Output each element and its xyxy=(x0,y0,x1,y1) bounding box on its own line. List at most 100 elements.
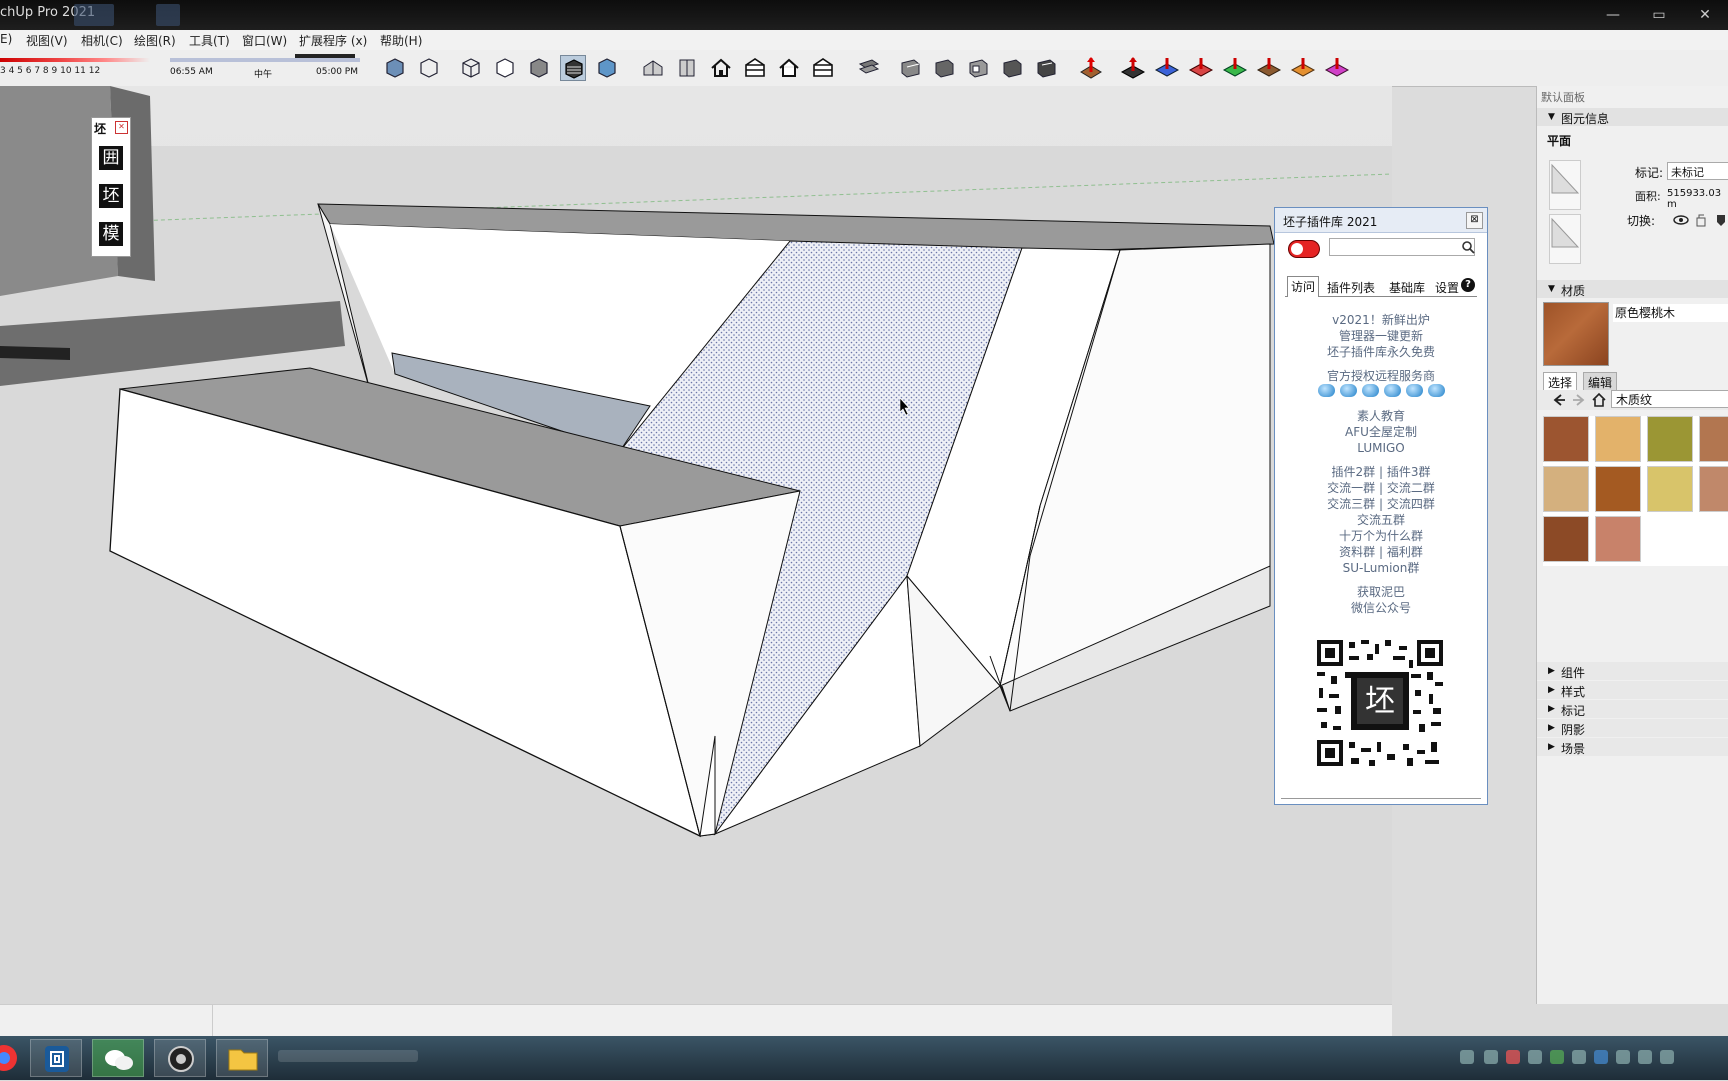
materials-header[interactable]: ▼ 材质 xyxy=(1537,280,1728,298)
section-fill-icon[interactable] xyxy=(966,55,992,81)
minimize-button[interactable]: — xyxy=(1590,0,1636,30)
wechat-icon[interactable] xyxy=(92,1039,144,1077)
material-swatch[interactable] xyxy=(1543,466,1589,512)
hidden-line-icon[interactable] xyxy=(492,55,518,81)
current-material-swatch[interactable] xyxy=(1543,302,1609,366)
tray-icon[interactable] xyxy=(1616,1050,1630,1064)
partner-line[interactable]: LUMIGO xyxy=(1275,440,1487,456)
tray-icon[interactable] xyxy=(1460,1050,1474,1064)
tray-icon[interactable] xyxy=(1572,1050,1586,1064)
tray-icon[interactable] xyxy=(1506,1050,1520,1064)
tab-settings[interactable]: 设置 xyxy=(1435,279,1459,296)
tab-plugin-list[interactable]: 插件列表 xyxy=(1327,279,1375,296)
group-link[interactable]: 十万个为什么群 xyxy=(1275,528,1487,544)
volume-icon[interactable] xyxy=(1638,1050,1652,1064)
section-plane-icon[interactable] xyxy=(856,55,882,81)
material-swatch[interactable] xyxy=(1647,466,1693,512)
wechat-line[interactable]: 获取泥巴 xyxy=(1275,584,1487,600)
back-edges-icon[interactable] xyxy=(416,55,442,81)
group-link[interactable]: SU-Lumion群 xyxy=(1275,560,1487,576)
model-viewport[interactable] xyxy=(0,86,1392,1004)
chrome-icon[interactable] xyxy=(0,1039,22,1077)
material-swatch[interactable] xyxy=(1699,416,1728,462)
menu-tools[interactable]: 工具(T) xyxy=(189,32,230,49)
tray-icon[interactable] xyxy=(1528,1050,1542,1064)
front-view-icon[interactable] xyxy=(708,55,734,81)
search-icon[interactable] xyxy=(1461,240,1475,254)
close-button[interactable]: ✕ xyxy=(1682,0,1728,30)
file-explorer-icon[interactable] xyxy=(216,1039,268,1077)
shadows-header[interactable]: ▶ 阴影 xyxy=(1537,719,1728,737)
material-swatch[interactable] xyxy=(1647,416,1693,462)
top-view-icon[interactable] xyxy=(674,55,700,81)
tab-visit[interactable]: 访问 xyxy=(1287,276,1320,297)
sandbox-icon-3[interactable] xyxy=(1188,55,1214,81)
material-library-select[interactable]: 木质纹 xyxy=(1611,390,1728,408)
service-icons[interactable] xyxy=(1275,384,1487,400)
date-slider[interactable] xyxy=(0,58,150,62)
pizi-toolbar-close[interactable]: ✕ xyxy=(115,121,128,134)
plugin-enable-toggle[interactable] xyxy=(1288,240,1320,258)
tray-icon[interactable] xyxy=(1594,1050,1608,1064)
pizi-tool-1[interactable]: 囲 xyxy=(99,146,123,170)
plugin-close-button[interactable]: ⊠ xyxy=(1466,212,1483,229)
section-display-icon[interactable] xyxy=(898,55,924,81)
pizi-tool-2[interactable]: 坯 xyxy=(99,184,123,208)
left-view-icon[interactable] xyxy=(810,55,836,81)
news-line[interactable]: 管理器一键更新 xyxy=(1275,328,1487,344)
back-arrow-icon[interactable] xyxy=(1551,392,1567,408)
time-slider[interactable] xyxy=(170,58,360,62)
group-link[interactable]: 插件2群 | 插件3群 xyxy=(1275,464,1487,480)
tab-edit[interactable]: 编辑 xyxy=(1583,372,1618,392)
section-icon-5[interactable] xyxy=(1000,55,1026,81)
partner-line[interactable]: 素人教育 xyxy=(1275,408,1487,424)
styles-header[interactable]: ▶ 样式 xyxy=(1537,681,1728,699)
material-swatch[interactable] xyxy=(1595,466,1641,512)
sandbox-icon-4[interactable] xyxy=(1222,55,1248,81)
title-tab-1[interactable] xyxy=(74,4,114,26)
wireframe-icon[interactable] xyxy=(458,55,484,81)
material-name[interactable]: 原色樱桃木 xyxy=(1613,304,1728,322)
back-material-thumb[interactable] xyxy=(1549,214,1581,264)
material-swatch[interactable] xyxy=(1699,466,1728,512)
plugin-title-bar[interactable]: 坯子插件库 2021 ⊠ xyxy=(1275,208,1487,233)
shaded-icon[interactable] xyxy=(526,55,552,81)
section-icon-6[interactable] xyxy=(1034,55,1060,81)
sketchup-icon[interactable] xyxy=(30,1039,82,1077)
home-icon[interactable] xyxy=(1591,392,1607,408)
sandbox-icon-1[interactable] xyxy=(1120,55,1146,81)
partner-line[interactable]: AFU全屋定制 xyxy=(1275,424,1487,440)
sandbox-icon-6[interactable] xyxy=(1290,55,1316,81)
tray-icon[interactable] xyxy=(1550,1050,1564,1064)
tab-select[interactable]: 选择 xyxy=(1543,372,1578,392)
xray-icon[interactable] xyxy=(382,55,408,81)
tag-select[interactable]: 未标记 xyxy=(1667,162,1728,180)
menu-extensions[interactable]: 扩展程序 (x) xyxy=(299,32,367,49)
group-link[interactable]: 资料群 | 福利群 xyxy=(1275,544,1487,560)
material-swatch[interactable] xyxy=(1543,416,1589,462)
material-swatch[interactable] xyxy=(1595,416,1641,462)
wechat-line[interactable]: 微信公众号 xyxy=(1275,600,1487,616)
title-tab-2[interactable] xyxy=(156,4,180,26)
section-cuts-icon[interactable] xyxy=(932,55,958,81)
obs-icon[interactable] xyxy=(154,1039,206,1077)
group-link[interactable]: 交流三群 | 交流四群 xyxy=(1275,496,1487,512)
group-link[interactable]: 交流五群 xyxy=(1275,512,1487,528)
news-line[interactable]: v2021！新鲜出炉 xyxy=(1275,312,1487,328)
menu-camera[interactable]: 相机(C) xyxy=(81,32,123,49)
entity-info-header[interactable]: ▼ 图元信息 xyxy=(1537,108,1728,126)
menu-window[interactable]: 窗口(W) xyxy=(242,32,287,49)
news-line[interactable]: 坯子插件库永久免费 xyxy=(1275,344,1487,360)
iso-view-icon[interactable] xyxy=(640,55,666,81)
help-icon[interactable]: ? xyxy=(1461,278,1475,292)
components-header[interactable]: ▶ 组件 xyxy=(1537,662,1728,680)
front-material-thumb[interactable] xyxy=(1549,160,1581,210)
toggle-icons[interactable] xyxy=(1673,212,1728,228)
scenes-header[interactable]: ▶ 场景 xyxy=(1537,738,1728,756)
shadow-settings[interactable]: 3 4 5 6 7 8 9 10 11 12 06:55 AM 中午 05:00… xyxy=(0,52,360,82)
forward-arrow-icon[interactable] xyxy=(1571,392,1587,408)
right-view-icon[interactable] xyxy=(742,55,768,81)
axes-icon[interactable] xyxy=(1078,55,1104,81)
menu-view[interactable]: 视图(V) xyxy=(26,32,68,49)
tray-icon[interactable] xyxy=(1484,1050,1498,1064)
